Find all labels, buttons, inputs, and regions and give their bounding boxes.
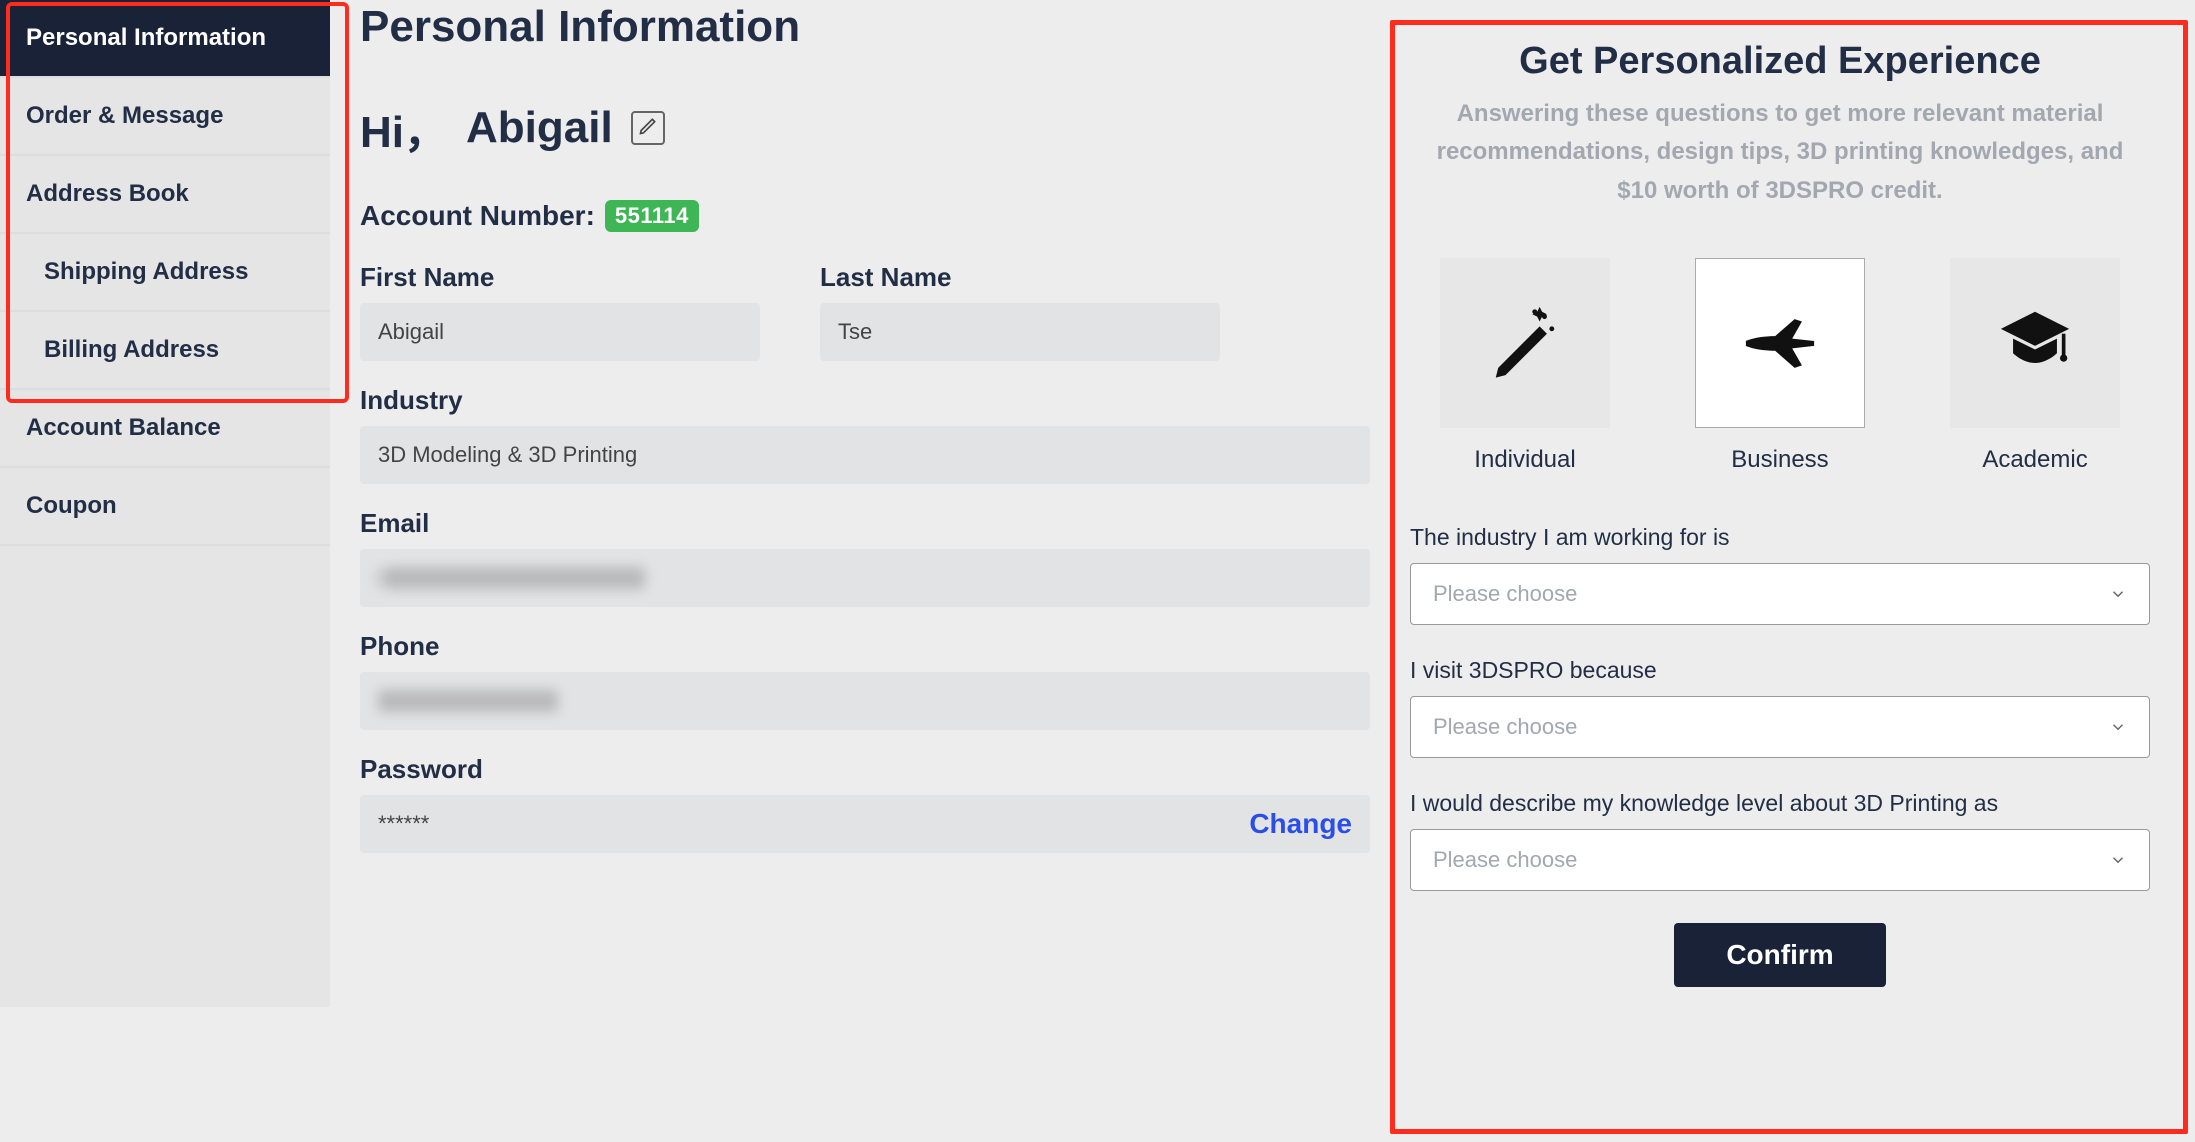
last-name-field[interactable]: Tse (820, 303, 1220, 361)
sidebar-label: Account Balance (26, 414, 221, 441)
industry-label: Industry (360, 385, 1370, 416)
sidebar-item-personal-information[interactable]: Personal Information (0, 0, 330, 78)
panel-title: Get Personalized Experience (1410, 40, 2150, 83)
sidebar-label: Order & Message (26, 102, 223, 129)
select-placeholder: Please choose (1433, 714, 1577, 740)
persona-tile-academic[interactable] (1950, 258, 2120, 428)
persona-tiles: Individual Business (1410, 258, 2150, 474)
email-field[interactable]: r (360, 549, 1370, 607)
change-password-link[interactable]: Change (1249, 808, 1352, 840)
phone-label: Phone (360, 631, 1370, 662)
sidebar: Personal Information Order & Message Add… (0, 0, 330, 1007)
wand-icon (1486, 302, 1564, 385)
sidebar-label: Shipping Address (44, 258, 248, 285)
password-field: ****** Change (360, 795, 1370, 853)
sidebar-label: Address Book (26, 180, 189, 207)
personalization-panel: Get Personalized Experience Answering th… (1400, 10, 2160, 997)
password-value: ****** (378, 811, 429, 837)
sidebar-label: Personal Information (26, 24, 266, 51)
confirm-button[interactable]: Confirm (1674, 923, 1885, 987)
first-name-field[interactable]: Abigail (360, 303, 760, 361)
question-knowledge-label: I would describe my knowledge level abou… (1410, 790, 2150, 817)
page-title: Personal Information (360, 2, 1370, 52)
main-content: Personal Information Hi， Abigail Account… (360, 0, 1370, 1007)
jet-icon (1741, 302, 1819, 385)
question-industry-select[interactable]: Please choose (1410, 563, 2150, 625)
question-visit-reason-select[interactable]: Please choose (1410, 696, 2150, 758)
graduation-cap-icon (1996, 302, 2074, 385)
right-panel-shell: Get Personalized Experience Answering th… (1400, 0, 2195, 1007)
last-name-label: Last Name (820, 262, 1220, 293)
last-name-value: Tse (838, 319, 872, 345)
sidebar-item-shipping-address[interactable]: Shipping Address (0, 234, 330, 312)
sidebar-item-account-balance[interactable]: Account Balance (0, 390, 330, 468)
account-number-badge: 551114 (605, 200, 699, 232)
persona-tile-business[interactable] (1695, 258, 1865, 428)
panel-description: Answering these questions to get more re… (1410, 95, 2150, 210)
chevron-down-icon (2109, 718, 2127, 736)
select-placeholder: Please choose (1433, 847, 1577, 873)
sidebar-item-coupon[interactable]: Coupon (0, 468, 330, 546)
first-name-value: Abigail (378, 319, 444, 345)
phone-blur-mask (378, 690, 558, 712)
email-value: r (378, 565, 385, 591)
email-blur-mask (385, 567, 645, 589)
sidebar-item-billing-address[interactable]: Billing Address (0, 312, 330, 390)
persona-label-business: Business (1731, 446, 1828, 474)
industry-value: 3D Modeling & 3D Printing (378, 442, 637, 468)
account-number-label: Account Number: (360, 200, 595, 232)
email-label: Email (360, 508, 1370, 539)
sidebar-label: Coupon (26, 492, 117, 519)
first-name-label: First Name (360, 262, 760, 293)
greeting-prefix: Hi， (360, 96, 448, 160)
phone-field[interactable] (360, 672, 1370, 730)
sidebar-item-address-book[interactable]: Address Book (0, 156, 330, 234)
question-visit-reason-label: I visit 3DSPRO because (1410, 657, 2150, 684)
industry-field[interactable]: 3D Modeling & 3D Printing (360, 426, 1370, 484)
greeting-name: Abigail (466, 103, 613, 153)
sidebar-item-order-message[interactable]: Order & Message (0, 78, 330, 156)
persona-tile-individual[interactable] (1440, 258, 1610, 428)
pencil-icon (638, 116, 658, 141)
question-industry-label: The industry I am working for is (1410, 524, 2150, 551)
sidebar-label: Billing Address (44, 336, 219, 363)
edit-name-button[interactable] (631, 111, 665, 145)
select-placeholder: Please choose (1433, 581, 1577, 607)
persona-label-individual: Individual (1474, 446, 1575, 474)
chevron-down-icon (2109, 851, 2127, 869)
persona-label-academic: Academic (1982, 446, 2087, 474)
chevron-down-icon (2109, 585, 2127, 603)
question-knowledge-select[interactable]: Please choose (1410, 829, 2150, 891)
password-label: Password (360, 754, 1370, 785)
